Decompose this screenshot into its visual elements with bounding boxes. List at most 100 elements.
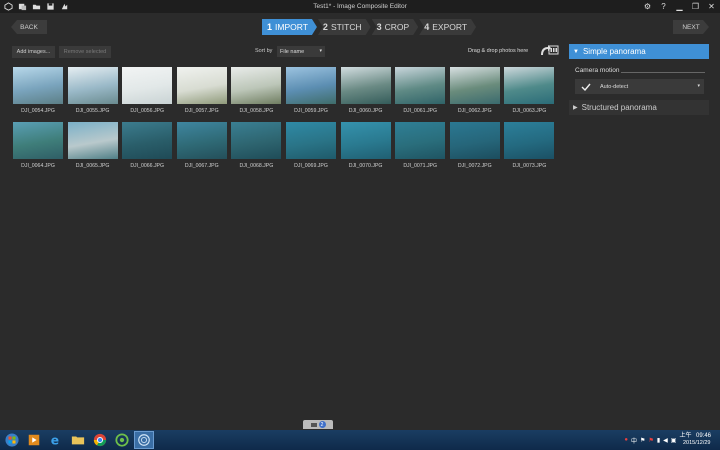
- thumbnail-filename: DJI_0065.JPG: [75, 163, 110, 169]
- image-thumbnail[interactable]: DJI_0073.JPG: [504, 122, 555, 169]
- image-icon: [310, 422, 317, 427]
- thumbnail-image: [231, 67, 282, 104]
- ime-indicator[interactable]: 中: [631, 436, 637, 445]
- thumbnail-image: [231, 122, 282, 159]
- file-explorer-icon[interactable]: [68, 431, 88, 449]
- image-thumbnail[interactable]: DJI_0071.JPG: [395, 122, 446, 169]
- image-thumbnail[interactable]: DJI_0065.JPG: [67, 122, 118, 169]
- step-label: EXPORT: [432, 22, 468, 32]
- image-composite-editor-taskbar-icon[interactable]: [134, 431, 154, 449]
- image-thumbnail[interactable]: DJI_0066.JPG: [122, 122, 173, 169]
- remove-selected-button[interactable]: Remove selected: [59, 46, 111, 58]
- antivirus-icon[interactable]: ●: [624, 437, 628, 443]
- action-center-flag-icon[interactable]: ⚑: [648, 437, 653, 444]
- image-thumbnail[interactable]: DJI_0058.JPG: [231, 67, 282, 114]
- thumbnail-filename: DJI_0061.JPG: [403, 108, 438, 114]
- step-stitch[interactable]: 2 STITCH: [318, 19, 371, 35]
- image-thumbnail[interactable]: DJI_0057.JPG: [176, 67, 227, 114]
- image-thumbnail[interactable]: DJI_0067.JPG: [176, 122, 227, 169]
- image-thumbnail[interactable]: DJI_0060.JPG: [340, 67, 391, 114]
- image-thumbnail[interactable]: DJI_0063.JPG: [504, 67, 555, 114]
- image-thumbnail[interactable]: DJI_0069.JPG: [286, 122, 336, 169]
- step-export[interactable]: 4 EXPORT: [419, 19, 476, 35]
- simple-panorama-header[interactable]: ▼ Simple panorama: [569, 44, 709, 59]
- internet-explorer-icon[interactable]: e: [46, 431, 66, 449]
- step-number: 4: [424, 22, 430, 32]
- structured-panorama-header[interactable]: ▶ Structured panorama: [569, 100, 709, 115]
- new-panorama-icon[interactable]: [4, 2, 13, 11]
- image-thumbnail[interactable]: DJI_0072.JPG: [449, 122, 500, 169]
- step-label: CROP: [384, 22, 410, 32]
- sort-by-select[interactable]: File name ▾: [277, 46, 325, 57]
- image-thumbnail[interactable]: DJI_0054.JPG: [13, 67, 63, 114]
- restore-icon[interactable]: ❐: [691, 2, 700, 11]
- publish-icon[interactable]: [60, 2, 69, 11]
- structured-panorama-label: Structured panorama: [581, 103, 657, 112]
- image-thumbnail[interactable]: DJI_0056.JPG: [122, 67, 173, 114]
- start-button[interactable]: [2, 431, 22, 449]
- thumbnail-filename: DJI_0058.JPG: [239, 108, 274, 114]
- system-tray: ● 中 ⚑ ⚑ ▮ ◀ ▣ 上午 09:46 2015/12/29: [624, 430, 720, 450]
- next-button[interactable]: NEXT: [673, 20, 709, 34]
- media-player-icon[interactable]: [24, 431, 44, 449]
- image-thumbnail[interactable]: DJI_0070.JPG: [340, 122, 391, 169]
- image-thumbnail[interactable]: DJI_0059.JPG: [286, 67, 336, 114]
- chevron-down-icon: ▾: [319, 48, 322, 54]
- image-thumbnail[interactable]: DJI_0061.JPG: [395, 67, 446, 114]
- thumbnail-image: [67, 122, 118, 159]
- minimize-icon[interactable]: ▁: [675, 2, 684, 11]
- browser-360-icon[interactable]: [112, 431, 132, 449]
- quick-toolbar: [0, 2, 69, 11]
- step-import[interactable]: 1 IMPORT: [262, 19, 317, 35]
- drag-drop-icon: [541, 45, 559, 55]
- image-thumbnail[interactable]: DJI_0055.JPG: [67, 67, 118, 114]
- simple-panorama-label: Simple panorama: [582, 47, 646, 56]
- thumbnail-image: [13, 122, 63, 159]
- windows-logo-icon: [5, 433, 19, 447]
- thumbnail-image: [504, 67, 555, 104]
- add-images-button[interactable]: Add images...: [12, 46, 55, 58]
- title-bar: Test1* - Image Composite Editor ⚙ ? ▁ ❐ …: [0, 0, 720, 13]
- new-from-video-icon[interactable]: [18, 2, 27, 11]
- thumbnail-image: [122, 122, 173, 159]
- chrome-icon[interactable]: [90, 431, 110, 449]
- image-thumbnail[interactable]: DJI_0064.JPG: [13, 122, 63, 169]
- thumbnail-filename: DJI_0071.JPG: [403, 163, 438, 169]
- clock-ampm: 上午: [679, 433, 692, 439]
- sort-by-label: Sort by: [255, 48, 273, 54]
- svg-text:e: e: [51, 433, 59, 447]
- system-clock[interactable]: 上午 09:46 2015/12/29: [679, 433, 714, 447]
- image-thumbnail[interactable]: DJI_0062.JPG: [449, 67, 500, 114]
- back-button[interactable]: BACK: [11, 20, 47, 34]
- thumbnail-image: [286, 122, 336, 159]
- thumbnail-filename: DJI_0056.JPG: [130, 108, 165, 114]
- windows-flag-icon[interactable]: ⚑: [640, 437, 645, 444]
- help-icon[interactable]: ?: [659, 2, 668, 11]
- thumbnail-filename: DJI_0054.JPG: [21, 108, 55, 114]
- thumbnail-image: [67, 67, 118, 104]
- bottom-panel-handle[interactable]: 2: [303, 420, 333, 429]
- network-icon[interactable]: ▮: [657, 437, 660, 444]
- speaker-icon[interactable]: ◀: [663, 437, 668, 444]
- open-folder-icon[interactable]: [32, 2, 41, 11]
- thumbnail-filename: DJI_0064.JPG: [21, 163, 55, 169]
- camera-motion-select[interactable]: Auto-detect ▾: [575, 79, 704, 94]
- step-crop[interactable]: 3 CROP: [372, 19, 419, 35]
- image-thumbnail[interactable]: DJI_0068.JPG: [231, 122, 282, 169]
- import-toolbar: Add images... Remove selected Sort by Fi…: [12, 45, 560, 58]
- thumbnail-image: [340, 67, 391, 104]
- thumbnail-image: [122, 67, 173, 104]
- chevron-down-icon: ▾: [697, 83, 700, 89]
- thumbnail-image: [504, 122, 555, 159]
- thumbnail-image: [13, 67, 63, 104]
- step-number: 1: [267, 22, 273, 32]
- thumbnail-filename: DJI_0070.JPG: [348, 163, 383, 169]
- close-icon[interactable]: ✕: [707, 2, 716, 11]
- settings-gear-icon[interactable]: ⚙: [643, 2, 652, 11]
- thumbnail-filename: DJI_0059.JPG: [294, 108, 328, 114]
- divider: [621, 72, 705, 73]
- step-label: STITCH: [330, 22, 362, 32]
- save-icon[interactable]: [46, 2, 55, 11]
- wizard-steps: 1 IMPORT 2 STITCH 3 CROP 4 EXPORT: [262, 19, 477, 35]
- notification-icon[interactable]: ▣: [671, 437, 677, 444]
